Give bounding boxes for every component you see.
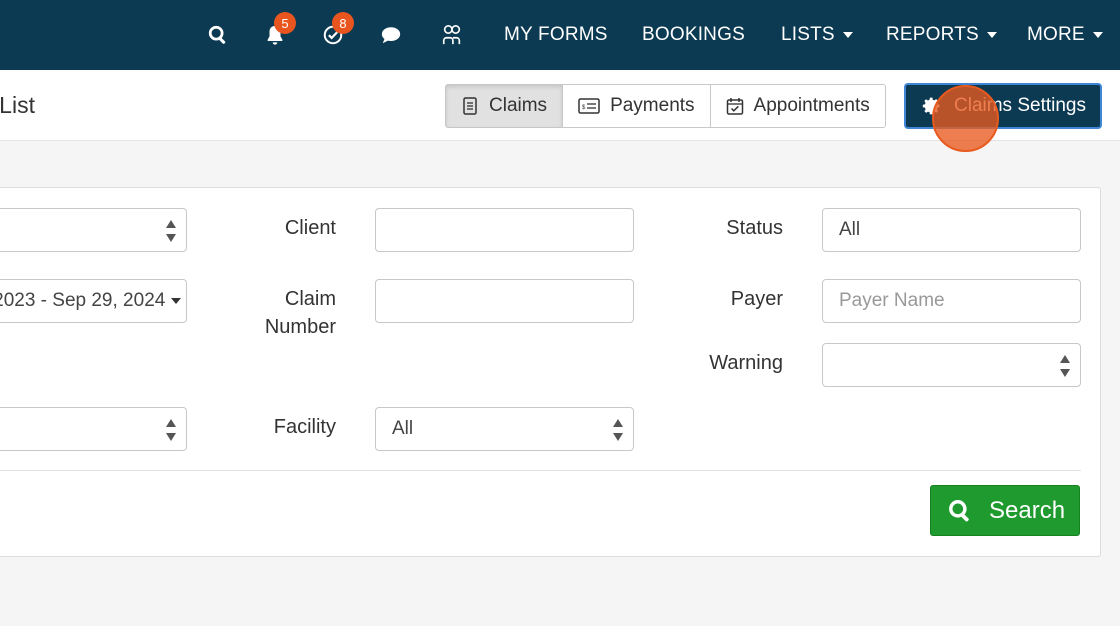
- notifications-bell-icon[interactable]: 5: [262, 12, 296, 48]
- left-select-2[interactable]: [0, 407, 187, 451]
- view-toggle-group: Claims $ Payments Appointments: [445, 84, 886, 128]
- tab-appointments-label: Appointments: [753, 95, 870, 116]
- nav-bookings-label: BOOKINGS: [642, 24, 745, 45]
- claim-number-input[interactable]: [375, 279, 634, 323]
- search-icon: [949, 499, 969, 521]
- payer-label: Payer: [730, 288, 783, 310]
- payer-input[interactable]: Payer Name: [822, 279, 1081, 323]
- nav-bookings[interactable]: BOOKINGS: [642, 24, 745, 46]
- date-range-value: 9, 2023 - Sep 29, 2024: [0, 290, 166, 311]
- chevron-down-icon: [171, 298, 182, 304]
- facility-value: All: [392, 418, 414, 439]
- notifications-badge: 5: [274, 12, 296, 34]
- nav-lists-label: LISTS: [781, 24, 835, 45]
- click-indicator: [932, 85, 999, 152]
- warning-select[interactable]: [822, 343, 1081, 387]
- nav-my-forms-label: MY FORMS: [504, 24, 608, 45]
- tab-claims[interactable]: Claims: [445, 84, 564, 128]
- left-select-1[interactable]: [0, 208, 187, 252]
- search-icon[interactable]: [205, 22, 231, 48]
- page-title: n List: [0, 92, 35, 118]
- facility-select[interactable]: All: [375, 407, 634, 451]
- status-field[interactable]: All: [822, 208, 1081, 252]
- people-icon[interactable]: [439, 22, 465, 48]
- nav-reports[interactable]: REPORTS: [886, 24, 997, 46]
- svg-text:$: $: [582, 105, 586, 111]
- search-button[interactable]: Search: [930, 485, 1080, 536]
- facility-label: Facility: [273, 416, 336, 438]
- claim-number-label: Claim Number: [221, 285, 336, 341]
- filter-panel: 9, 2023 - Sep 29, 2024 Client Claim Numb…: [0, 187, 1101, 557]
- client-label: Client: [284, 217, 336, 239]
- status-label: Status: [726, 217, 783, 239]
- nav-more[interactable]: MORE: [1027, 24, 1103, 46]
- calendar-check-icon: [726, 98, 743, 115]
- search-button-label: Search: [989, 496, 1066, 524]
- select-arrows-icon: [1060, 355, 1070, 377]
- chevron-down-icon: [842, 32, 853, 38]
- document-icon: [463, 97, 477, 115]
- payment-card-icon: $: [578, 98, 600, 114]
- nav-lists[interactable]: LISTS: [781, 24, 853, 46]
- select-arrows-icon: [166, 220, 176, 242]
- tab-payments-label: Payments: [610, 95, 695, 116]
- chat-bubble-icon[interactable]: [378, 22, 404, 48]
- chevron-down-icon: [986, 32, 997, 38]
- client-input[interactable]: [375, 208, 634, 252]
- top-navbar: 5 8 MY FORMS BOOKINGS LISTS REPORTS MORE: [0, 0, 1120, 70]
- tasks-check-icon[interactable]: 8: [320, 12, 354, 48]
- nav-more-label: MORE: [1027, 24, 1085, 45]
- tab-payments[interactable]: $ Payments: [562, 84, 711, 128]
- nav-my-forms[interactable]: MY FORMS: [504, 24, 608, 46]
- panel-divider: [0, 470, 1081, 471]
- claim-number-label-line1: Claim: [284, 288, 336, 310]
- date-range-picker[interactable]: 9, 2023 - Sep 29, 2024: [0, 279, 187, 323]
- select-arrows-icon: [613, 419, 623, 441]
- tab-claims-label: Claims: [489, 95, 548, 116]
- claim-number-label-line2: Number: [264, 316, 336, 338]
- tab-appointments[interactable]: Appointments: [709, 84, 886, 128]
- tasks-badge: 8: [332, 12, 354, 34]
- select-arrows-icon: [166, 419, 176, 441]
- chevron-down-icon: [1092, 32, 1103, 38]
- nav-reports-label: REPORTS: [886, 24, 979, 45]
- warning-label: Warning: [709, 352, 783, 374]
